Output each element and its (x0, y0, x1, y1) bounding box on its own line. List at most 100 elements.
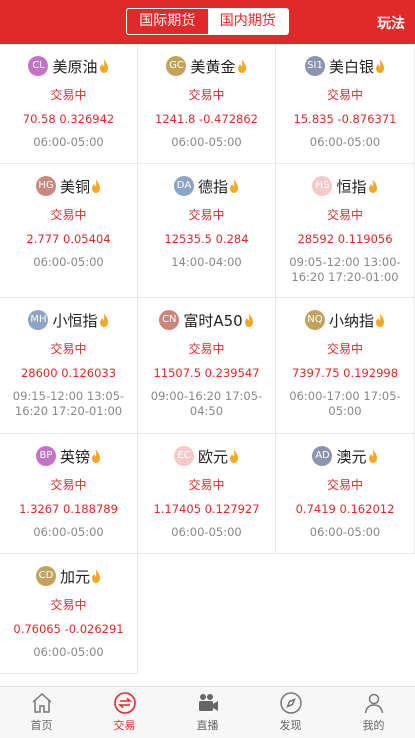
fire-icon (99, 313, 108, 327)
tabbar-trade[interactable]: 交易 (83, 687, 166, 738)
price-change: 0.126033 (61, 366, 117, 380)
futures-cell-cl[interactable]: CL 美原油 交易中 70.58 0.326942 06:00-05:00 (0, 44, 138, 164)
futures-cell-hs[interactable]: HS 恒指 交易中 28592 0.119056 09:05-12:00 13:00-1… (276, 164, 415, 298)
trading-hours: 06:00-05:00 (33, 645, 104, 659)
trading-status: 交易中 (326, 88, 363, 102)
futures-cell-gc[interactable]: GC 美黄金交易中 1241.8 -0.472862 06:00-05:00 (138, 44, 276, 164)
price-line: 28600 0.126033 (0, 366, 137, 380)
futures-name: 美黄金 (190, 57, 236, 76)
trade-icon (113, 692, 136, 714)
rules-link[interactable]: 玩法 (377, 13, 405, 33)
futures-cell-si1[interactable]: SI1 美白银交易中 15.835 -0.876371 06:00-05:00 (276, 44, 415, 164)
price-line: 15.835 -0.876371 (276, 112, 414, 126)
futures-name: 小纳指 (328, 311, 374, 330)
tabbar-mine[interactable]: 我的 (332, 687, 415, 738)
price-line: 0.76065 -0.026291 (0, 622, 137, 636)
price-line: 1.3267 0.188789 (0, 502, 137, 516)
code-badge: GC (166, 56, 187, 76)
last-price: 0.76065 (13, 622, 61, 636)
price-line: 1241.8 -0.472862 (138, 112, 275, 126)
futures-name-row: MH 小恒指 (0, 308, 137, 332)
trading-status: 交易中 (188, 88, 225, 102)
code-badge: CL (28, 56, 49, 76)
compass-icon (279, 692, 302, 714)
futures-cell-ec[interactable]: EC 欧元 交易中 1.17405 0.127927 06:00-05:00 (138, 434, 276, 554)
trading-status: 交易中 (50, 88, 87, 102)
futures-name-row: CN 富时A50 (138, 308, 275, 332)
futures-name: 恒指 (336, 177, 367, 196)
code-badge: HG (35, 176, 56, 196)
last-price: 1.17405 (153, 502, 202, 516)
price-change: 0.326942 (59, 112, 115, 126)
price-line: 1.17405 0.127927 (138, 502, 275, 516)
price-line: 28592 0.119056 (276, 232, 414, 246)
price-change: 0.192998 (343, 366, 399, 380)
futures-name-row: EC 欧元 (138, 444, 275, 468)
last-price: 1.3267 (19, 502, 60, 516)
futures-grid: CL 美原油 交易中 70.58 0.326942 06:00-05:00 GC 美黄金 交易… (0, 44, 415, 674)
trading-hours: 09:15-12:00 13:05-16:20 17:20-01:00 (12, 389, 125, 418)
code-badge: SI1 (304, 56, 325, 76)
price-line: 12535.5 0.284 (138, 232, 275, 246)
fire-icon (368, 449, 377, 463)
price-change: 0.127927 (204, 502, 260, 516)
futures-name-row: HS 恒指 (276, 174, 414, 198)
tabbar-home-label: 首页 (30, 719, 53, 732)
fire-icon (92, 449, 100, 463)
trading-status: 交易中 (326, 478, 363, 492)
trading-status: 交易中 (326, 208, 363, 222)
tabbar-discover[interactable]: 发现 (249, 687, 332, 738)
futures-name-row: HG 美铜 (0, 174, 137, 198)
trading-status: 交易中 (50, 478, 87, 492)
price-change: 0.239547 (204, 366, 260, 380)
price-change: -0.026291 (64, 622, 124, 636)
last-price: 28592 (297, 232, 335, 246)
price-line: 2.777 0.05404 (0, 232, 137, 246)
futures-cell-ad[interactable]: AD 澳元交易中 0.7419 0.162012 06:00-05:00 (276, 434, 415, 554)
trading-hours: 06:00-05:00 (171, 135, 242, 149)
futures-name-row: NQ 小纳指 (276, 308, 414, 332)
trading-hours: 06:00-05:00 (309, 135, 381, 149)
tab-international-futures[interactable]: 国际期货 (127, 9, 208, 34)
user-icon (364, 693, 383, 714)
futures-name-row: BP 英镑 (0, 444, 137, 468)
trading-hours: 06:00-05:00 (309, 525, 381, 539)
tabbar-live[interactable]: 直播 (166, 687, 249, 738)
last-price: 1241.8 (155, 112, 196, 126)
futures-cell-cn[interactable]: CN 富时A50 交易中 11507.5 0.239547 09:00-16:20 17… (138, 298, 276, 434)
futures-cell-bp[interactable]: BP 英镑 交易中 1.3267 0.188789 06:00-05:00 (0, 434, 138, 554)
tabbar-home[interactable]: 首页 (0, 687, 83, 738)
futures-name: 小恒指 (52, 311, 98, 330)
last-price: 15.835 (293, 112, 334, 126)
futures-cell-nq[interactable]: NQ 小纳指 交易中 7397.75 0.192998 06:00-17:00 17:0… (276, 298, 415, 434)
futures-cell-mh[interactable]: MH 小恒指 交易中 28600 0.126033 09:15-12:00 13:05-… (0, 298, 138, 434)
tabbar-discover-label: 发现 (279, 719, 302, 732)
fire-icon (230, 179, 238, 193)
futures-name: 加元 (59, 567, 90, 586)
futures-cell-hg[interactable]: HG 美铜 交易中 2.777 0.05404 06:00-05:00 (0, 164, 138, 298)
fire-icon (244, 313, 253, 327)
code-badge: DA (173, 176, 194, 196)
code-badge: AD (312, 446, 333, 466)
price-line: 11507.5 0.239547 (138, 366, 275, 380)
last-price: 28600 (20, 366, 58, 380)
fire-icon (376, 59, 384, 73)
futures-name: 美原油 (52, 57, 98, 76)
price-change: 0.162012 (339, 502, 395, 516)
fire-icon (237, 59, 246, 73)
futures-cell-cd[interactable]: CD 加元 交易中 0.76065 -0.026291 06:00-05:00 (0, 554, 138, 674)
trading-status: 交易中 (326, 342, 363, 356)
price-change: 0.05404 (63, 232, 111, 246)
fire-icon (376, 313, 384, 327)
price-change: -0.876371 (337, 112, 397, 126)
futures-name-row: GC 美黄金 (138, 54, 275, 78)
futures-name-row: CD 加元 (0, 564, 137, 588)
futures-name-row: SI1 美白银 (276, 54, 414, 78)
price-line: 0.7419 0.162012 (276, 502, 414, 516)
futures-name-row: AD 澳元 (276, 444, 414, 468)
tab-domestic-futures[interactable]: 国内期货 (207, 9, 288, 34)
futures-cell-da[interactable]: DA 德指 交易中 12535.5 0.284 14:00-04:00 (138, 164, 276, 298)
trading-status: 交易中 (188, 208, 225, 222)
code-badge: NQ (304, 310, 325, 330)
trading-hours: 06:00-05:00 (33, 255, 104, 269)
